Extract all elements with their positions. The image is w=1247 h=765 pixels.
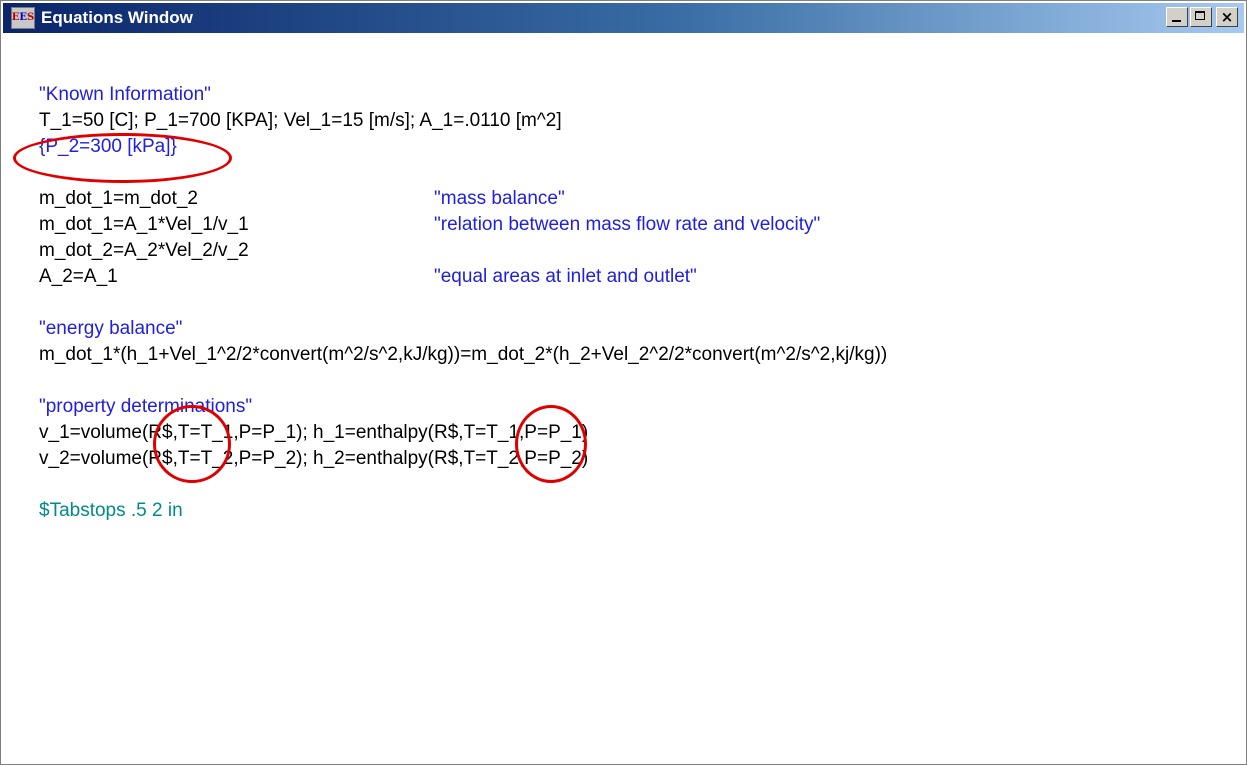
app-icon-letter-3: S bbox=[27, 12, 35, 23]
mass-flow-velocity-comment: "relation between mass flow rate and vel… bbox=[434, 214, 821, 235]
window-controls: × bbox=[1164, 7, 1238, 27]
close-button[interactable]: × bbox=[1216, 7, 1238, 27]
mass-balance-comment: "mass balance" bbox=[434, 188, 565, 209]
area-equation: A_2=A_1 bbox=[39, 266, 118, 287]
window-title: Equations Window bbox=[41, 8, 193, 27]
energy-balance-comment: "energy balance" bbox=[39, 318, 183, 339]
property-equation-1: v_1=volume(R$,T=T_1,P=P_1); h_1=enthalpy… bbox=[39, 422, 589, 443]
equal-areas-comment: "equal areas at inlet and outlet" bbox=[434, 266, 697, 287]
known-values-equation: T_1=50 [C]; P_1=700 [KPA]; Vel_1=15 [m/s… bbox=[39, 110, 562, 131]
equations-window: EES Equations Window × "Known Informatio… bbox=[0, 0, 1247, 765]
tabstops-directive: $Tabstops .5 2 in bbox=[39, 500, 183, 521]
property-determinations-comment: "property determinations" bbox=[39, 396, 253, 417]
mass-flow-equation-2: m_dot_2=A_2*Vel_2/v_2 bbox=[39, 240, 249, 261]
equations-editor[interactable]: "Known Information" T_1=50 [C]; P_1=700 … bbox=[3, 35, 1244, 762]
known-information-comment: "Known Information" bbox=[39, 84, 211, 105]
close-icon: × bbox=[1220, 8, 1234, 26]
property-equation-2: v_2=volume(R$,T=T_2,P=P_2); h_2=enthalpy… bbox=[39, 448, 589, 469]
app-icon-letter-1: E bbox=[11, 12, 20, 23]
mass-flow-equation-1: m_dot_1=A_1*Vel_1/v_1 bbox=[39, 214, 249, 235]
energy-balance-equation: m_dot_1*(h_1+Vel_1^2/2*convert(m^2/s^2,k… bbox=[39, 344, 888, 365]
ees-app-icon[interactable]: EES bbox=[11, 7, 35, 29]
p2-commented-equation: {P_2=300 [kPa]} bbox=[39, 136, 177, 157]
title-bar[interactable]: EES Equations Window × bbox=[3, 3, 1244, 33]
app-icon-letter-2: E bbox=[19, 12, 28, 23]
maximize-button[interactable] bbox=[1190, 7, 1212, 27]
minimize-button[interactable] bbox=[1166, 7, 1188, 27]
mass-balance-equation: m_dot_1=m_dot_2 bbox=[39, 188, 198, 209]
